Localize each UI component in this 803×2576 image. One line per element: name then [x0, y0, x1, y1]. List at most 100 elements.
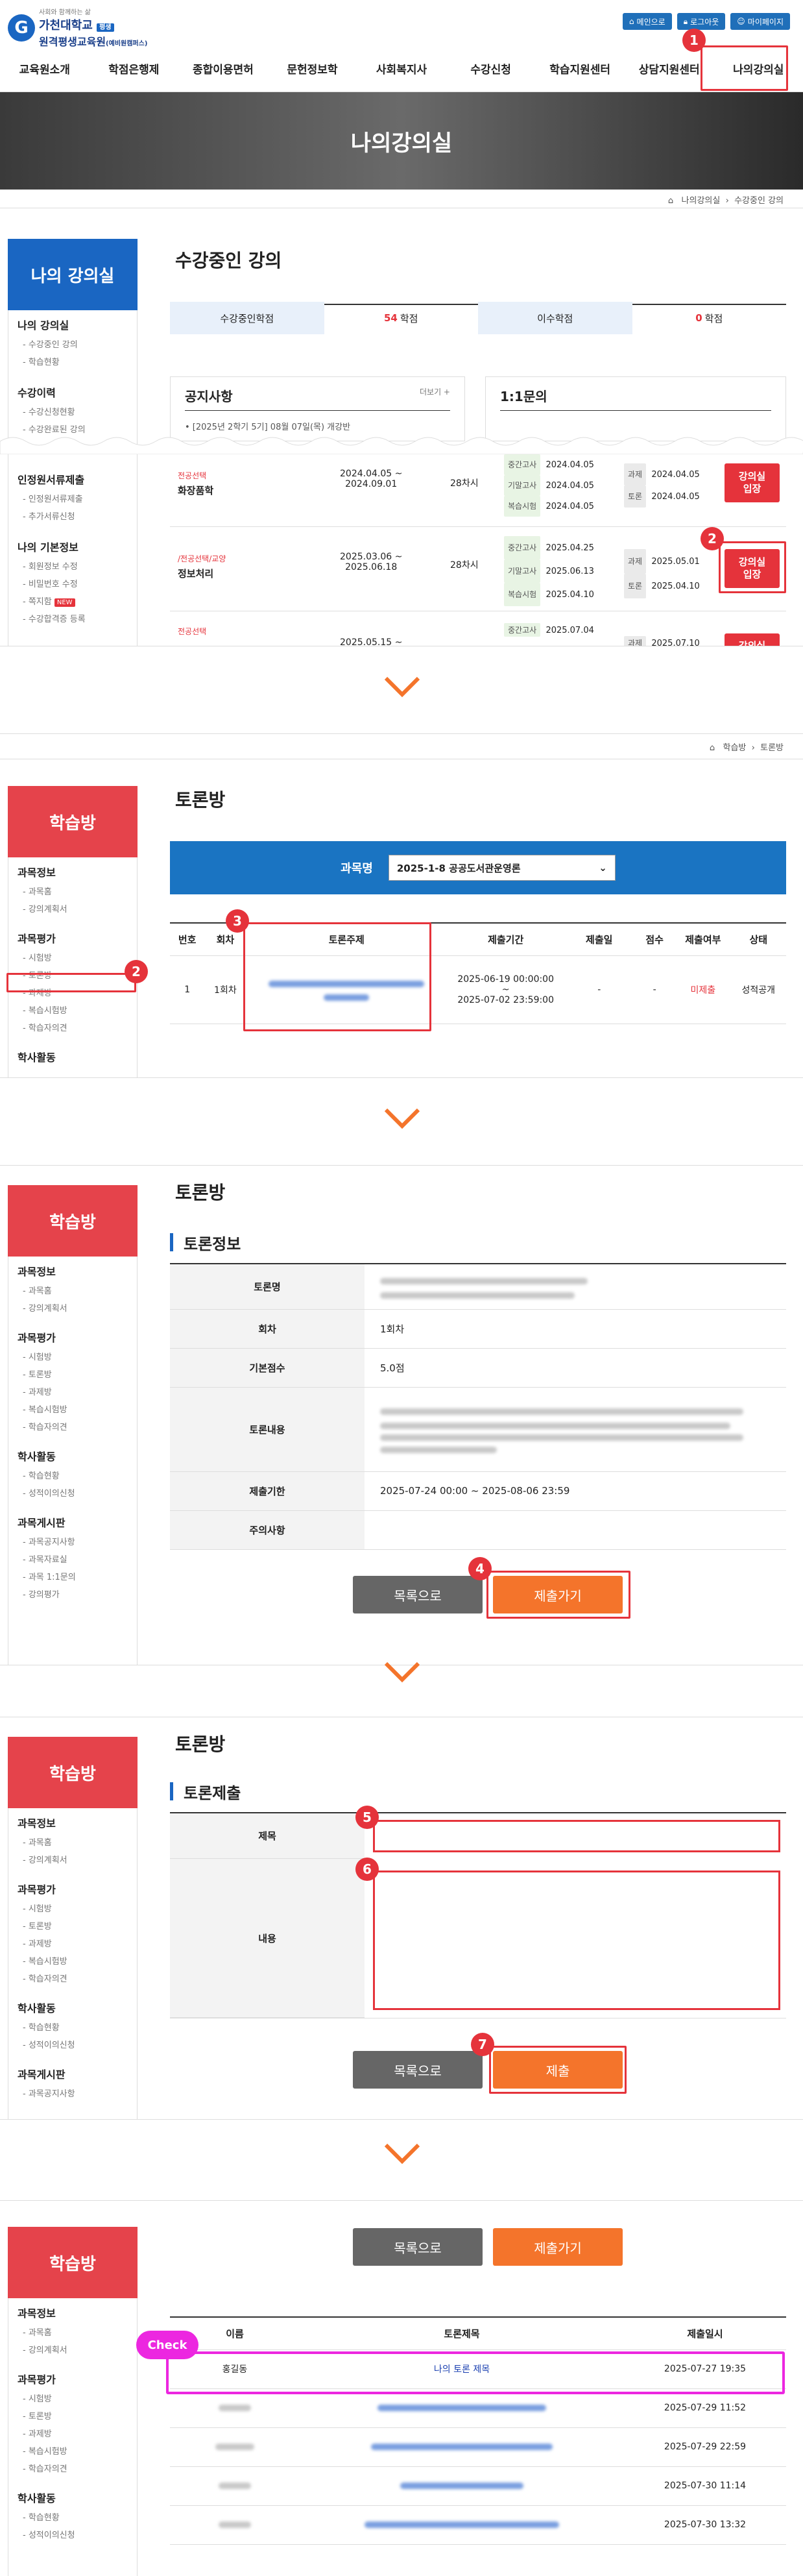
sidebar-group[interactable]: 학사활동: [8, 1042, 137, 1067]
go-submit-button[interactable]: 제출가기: [493, 1576, 623, 1613]
sidebar-item[interactable]: 과목자료실: [8, 1550, 137, 1567]
table-row[interactable]: 2025-07-29 11:52: [170, 2388, 786, 2428]
sidebar-group[interactable]: 과목정보: [8, 1808, 137, 1833]
content-textarea[interactable]: [373, 1871, 780, 2010]
sidebar-item[interactable]: 강의계획서: [8, 900, 137, 917]
course-name[interactable]: 화장품학: [178, 484, 213, 497]
sidebar-group[interactable]: 과목평가: [8, 1874, 137, 1899]
sidebar-item[interactable]: 쪽지함 NEW: [8, 592, 137, 609]
breadcrumb-item[interactable]: 나의강의실: [682, 196, 721, 206]
sidebar-item[interactable]: 복습시험방: [8, 1001, 137, 1018]
sidebar-item[interactable]: 복습시험방: [8, 1952, 137, 1969]
back-to-list-button[interactable]: 목록으로: [353, 1576, 483, 1613]
back-to-list-button[interactable]: 목록으로: [353, 2228, 483, 2266]
sidebar-item[interactable]: 과제방: [8, 983, 137, 1001]
sidebar-item[interactable]: 시험방: [8, 2389, 137, 2407]
sidebar-group[interactable]: 학사활동: [8, 1441, 137, 1466]
sidebar-item[interactable]: 비밀번호 수정: [8, 574, 137, 592]
sidebar-item[interactable]: 학습자의견: [8, 1018, 137, 1036]
sidebar-group[interactable]: 과목게시판: [8, 1508, 137, 1532]
sidebar-group[interactable]: 과목정보: [8, 857, 137, 882]
sidebar-group[interactable]: 과목게시판: [8, 2059, 137, 2084]
sidebar-item[interactable]: 토론방: [8, 966, 137, 983]
sidebar-item[interactable]: 성적이의신청: [8, 1484, 137, 1501]
sidebar-item[interactable]: 복습시험방: [8, 1400, 137, 1417]
nav-item-counseling[interactable]: 상담지원센터: [625, 45, 714, 92]
sidebar-item[interactable]: 성적이의신청: [8, 2525, 137, 2543]
logo[interactable]: G 사회와 함께하는 삶 가천대학교 평생 원격평생교육원(예비원캠퍼스): [8, 6, 147, 49]
subject-select[interactable]: 2025-1-8 공공도서관운영론 ⌄: [388, 855, 616, 881]
submission-title-link[interactable]: [300, 2505, 624, 2545]
logout-button[interactable]: 🔒︎ 로그아웃: [677, 13, 726, 30]
sidebar-item[interactable]: 과목공지사항: [8, 2084, 137, 2102]
sidebar-group[interactable]: 수강이력: [8, 378, 137, 402]
sidebar-item[interactable]: 강의계획서: [8, 1299, 137, 1316]
submission-title-link[interactable]: [300, 2427, 624, 2467]
sidebar-group[interactable]: 과목평가: [8, 924, 137, 948]
sidebar-item[interactable]: 토론방: [8, 2407, 137, 2424]
sidebar-item[interactable]: 과제방: [8, 2424, 137, 2442]
sidebar-item[interactable]: 학습자의견: [8, 2459, 137, 2477]
sidebar-group[interactable]: 과목정보: [8, 2298, 137, 2323]
breadcrumb-item[interactable]: 학습방: [723, 743, 746, 753]
sidebar-item[interactable]: 과목홈: [8, 2323, 137, 2340]
sidebar-group[interactable]: 인정원서류제출: [8, 465, 137, 489]
sidebar-item[interactable]: 과목 1:1문의: [8, 1567, 137, 1585]
table-row[interactable]: 2025-07-29 22:59: [170, 2427, 786, 2467]
table-row[interactable]: 2025-07-30 11:14: [170, 2466, 786, 2506]
nav-item-my-classroom[interactable]: 나의강의실: [714, 45, 803, 92]
title-input[interactable]: [373, 1820, 780, 1852]
sidebar-item[interactable]: 학습자의견: [8, 1417, 137, 1435]
sidebar-item[interactable]: 과제방: [8, 1382, 137, 1400]
go-submit-button[interactable]: 제출가기: [493, 2228, 623, 2266]
sidebar-item[interactable]: 회원정보 수정: [8, 557, 137, 574]
sidebar-group[interactable]: 나의 강의실: [8, 310, 137, 335]
sidebar-item[interactable]: 시험방: [8, 1899, 137, 1917]
sidebar-item[interactable]: 시험방: [8, 1347, 137, 1365]
notice-more-link[interactable]: 더보기 +: [420, 386, 450, 405]
submission-title-link[interactable]: [300, 2466, 624, 2506]
sidebar-item[interactable]: 추가서류신청: [8, 507, 137, 524]
nav-item-learning-support[interactable]: 학습지원센터: [535, 45, 625, 92]
sidebar-item[interactable]: 학습현황: [8, 2018, 137, 2035]
sidebar-item[interactable]: 학습자의견: [8, 1969, 137, 1987]
nav-item-social-welfare[interactable]: 사회복지사: [357, 45, 446, 92]
sidebar-item[interactable]: 학습현황: [8, 352, 137, 370]
sidebar-item[interactable]: 과목공지사항: [8, 1532, 137, 1550]
sidebar-item[interactable]: 강의계획서: [8, 2340, 137, 2358]
sidebar-item[interactable]: 강의계획서: [8, 1850, 137, 1868]
sidebar-item[interactable]: 과목홈: [8, 1281, 137, 1299]
sidebar-item[interactable]: 인정원서류제출: [8, 489, 137, 507]
discussion-topic-link[interactable]: [246, 955, 447, 1024]
sidebar-group[interactable]: 학사활동: [8, 2483, 137, 2508]
back-to-list-button[interactable]: 목록으로: [353, 2051, 483, 2089]
mypage-button[interactable]: ☺ 마이페이지: [730, 13, 790, 30]
course-name[interactable]: 정보처리: [178, 567, 226, 580]
sidebar-item[interactable]: 수강합격증 등록: [8, 609, 137, 627]
nav-item-credit-bank[interactable]: 학점은행제: [90, 45, 179, 92]
submit-button[interactable]: 제출: [493, 2051, 623, 2089]
nav-item-enroll[interactable]: 수강신청: [446, 45, 536, 92]
sidebar-item[interactable]: 과목홈: [8, 1833, 137, 1850]
nav-item-about[interactable]: 교육원소개: [0, 45, 90, 92]
sidebar-group[interactable]: 학사활동: [8, 1993, 137, 2018]
nav-item-license[interactable]: 종합이용면허: [178, 45, 268, 92]
nav-item-library[interactable]: 문헌정보학: [268, 45, 357, 92]
sidebar-group[interactable]: 나의 기본정보: [8, 532, 137, 557]
sidebar-item[interactable]: 수강신청현황: [8, 402, 137, 420]
sidebar-item[interactable]: 시험방: [8, 948, 137, 966]
submission-title-link[interactable]: [300, 2388, 624, 2428]
home-button[interactable]: ⌂ 메인으로: [622, 13, 672, 30]
sidebar-item[interactable]: 복습시험방: [8, 2442, 137, 2459]
sidebar-item[interactable]: 강의평가: [8, 1585, 137, 1602]
enter-classroom-button[interactable]: 강의실: [725, 633, 780, 646]
sidebar-item[interactable]: 과목홈: [8, 882, 137, 900]
sidebar-group[interactable]: 과목평가: [8, 2364, 137, 2389]
sidebar-item[interactable]: 토론방: [8, 1917, 137, 1934]
sidebar-item[interactable]: 학습현황: [8, 2508, 137, 2525]
sidebar-item[interactable]: 토론방: [8, 1365, 137, 1382]
enter-classroom-button[interactable]: 강의실 입장: [725, 463, 780, 502]
enter-classroom-button[interactable]: 강의실 입장: [725, 549, 780, 588]
sidebar-item[interactable]: 수강중인 강의: [8, 335, 137, 352]
sidebar-item[interactable]: 학습현황: [8, 1466, 137, 1484]
